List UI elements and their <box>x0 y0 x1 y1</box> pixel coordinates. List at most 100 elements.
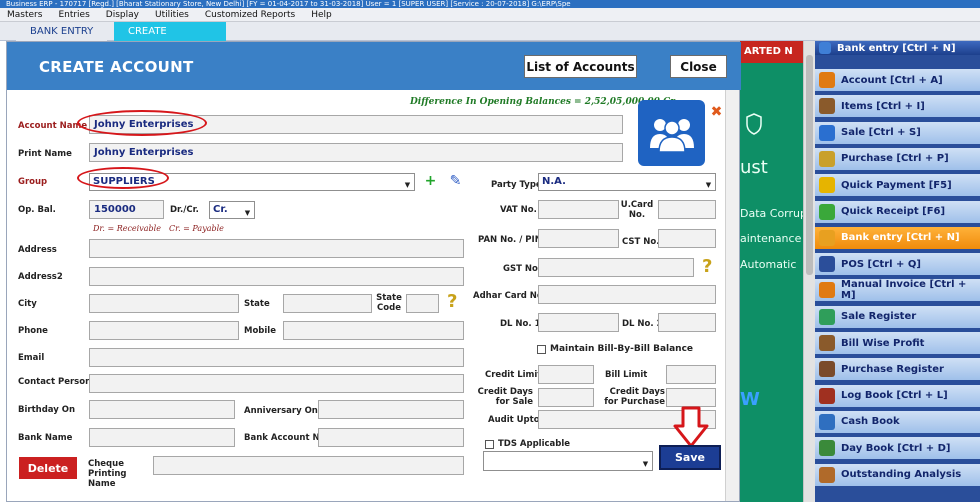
shortcut-account[interactable]: Account [Ctrl + A] <box>815 69 980 93</box>
shortcut-sale[interactable]: Sale [Ctrl + S] <box>815 121 980 146</box>
shortcut-bank[interactable]: Bank entry [Ctrl + N] <box>815 226 980 251</box>
shortcut-pos[interactable]: POS [Ctrl + Q] <box>815 253 980 278</box>
party-type-select-value: N.A. <box>542 176 566 187</box>
state-code-label: State Code <box>376 293 402 313</box>
address2-input[interactable] <box>89 267 464 286</box>
state-label: State <box>244 299 270 309</box>
group-select[interactable]: SUPPLIERS ▼ <box>89 173 415 191</box>
tds-select[interactable]: ▼ <box>483 451 653 471</box>
menu-entries[interactable]: Entries <box>51 10 98 20</box>
state-code-input[interactable] <box>406 294 439 313</box>
shortcut-log-book[interactable]: Log Book [Ctrl + L] <box>815 384 980 409</box>
shortcut-bank[interactable]: Bank entry [Ctrl + N] <box>815 41 980 57</box>
party-type-select[interactable]: N.A. ▼ <box>538 173 716 191</box>
anniversary-on-input[interactable] <box>318 400 464 419</box>
credit-days-sale-input[interactable] <box>538 388 594 407</box>
state-code-help-icon[interactable]: ? <box>447 291 457 312</box>
address-input[interactable] <box>89 239 464 258</box>
shortcut-cash-book[interactable]: Cash Book <box>815 410 980 435</box>
dl-no2-input[interactable] <box>658 313 716 332</box>
shortcut-purchase[interactable]: Purchase [Ctrl + P] <box>815 147 980 172</box>
items-icon <box>819 98 835 115</box>
tds-applicable-label: TDS Applicable <box>498 439 571 449</box>
bank-account-no-input[interactable] <box>318 428 464 447</box>
tab-create-account[interactable]: CREATE ACCOUNT <box>114 22 226 56</box>
contact-person-input[interactable] <box>89 374 464 393</box>
address-label: Address <box>18 245 57 255</box>
shortcut-profit[interactable]: Bill Wise Profit <box>815 332 980 356</box>
window-titlebar: Business ERP - 170717 [Regd.] [Bharat St… <box>0 0 980 8</box>
phone-input[interactable] <box>89 321 239 340</box>
shortcut-receipt[interactable]: Quick Receipt [F6] <box>815 200 980 225</box>
maintain-bill-checkbox[interactable] <box>537 345 546 354</box>
menu-help[interactable]: Help <box>304 10 341 20</box>
shortcut-items[interactable]: Items [Ctrl + I] <box>815 95 980 120</box>
bank-name-label: Bank Name <box>18 433 73 443</box>
op-bal-input[interactable]: 150000 <box>89 200 164 219</box>
outstanding-icon <box>819 466 835 483</box>
ucard-no-input[interactable] <box>658 200 716 219</box>
shortcut-invoice[interactable]: Manual Invoice [Ctrl + M] <box>815 279 980 304</box>
purchase-register-icon <box>819 361 835 378</box>
pan-no-input[interactable] <box>538 229 619 248</box>
vat-no-input[interactable] <box>538 200 619 219</box>
cheque-printing-name-input[interactable] <box>153 456 464 475</box>
remove-image-icon[interactable]: ✖ <box>708 104 725 121</box>
tab-bank-entry[interactable]: BANK ENTRY <box>16 22 108 41</box>
shortcut-outstanding[interactable]: Outstanding Analysis <box>815 463 980 488</box>
save-button[interactable]: Save <box>659 445 721 470</box>
state-input[interactable] <box>283 294 372 313</box>
bill-limit-input[interactable] <box>666 365 716 384</box>
edit-group-icon[interactable]: ✎ <box>447 173 464 190</box>
shortcut-label: Bill Wise Profit <box>841 337 925 349</box>
gst-help-icon[interactable]: ? <box>702 256 712 277</box>
vat-no-label: VAT No. <box>500 205 537 215</box>
close-button[interactable]: Close <box>670 55 727 78</box>
account-name-input[interactable]: Johny Enterprises <box>89 115 623 134</box>
background-text-4: Automatic <box>740 258 797 271</box>
print-name-input[interactable]: Johny Enterprises <box>89 143 623 162</box>
credit-limit-input[interactable] <box>538 365 594 384</box>
menu-customized-reports[interactable]: Customized Reports <box>198 10 304 20</box>
shortcut-label: Items [Ctrl + I] <box>841 100 925 112</box>
dropdown-arrow-icon: ▼ <box>642 460 649 468</box>
dialog-scrollbar[interactable] <box>725 90 739 501</box>
drcr-label: Dr./Cr. <box>170 205 199 215</box>
menu-masters[interactable]: Masters <box>0 10 51 20</box>
receipt-icon <box>819 203 835 220</box>
shortcut-day-book[interactable]: Day Book [Ctrl + D] <box>815 437 980 462</box>
profit-icon <box>819 335 835 351</box>
tds-applicable-checkbox[interactable] <box>485 440 494 449</box>
cst-no-input[interactable] <box>658 229 716 248</box>
shortcut-sale-register[interactable]: Sale Register <box>815 305 980 330</box>
shortcut-label: Sale [Ctrl + S] <box>841 127 921 139</box>
birthday-on-input[interactable] <box>89 400 235 419</box>
list-of-accounts-button[interactable]: List of Accounts <box>524 55 637 78</box>
email-input[interactable] <box>89 348 464 367</box>
adhar-card-no-input[interactable] <box>538 285 716 304</box>
background-scrollbar[interactable] <box>803 41 815 502</box>
drcr-select[interactable]: Cr. ▼ <box>209 201 255 219</box>
group-select-value: SUPPLIERS <box>93 176 155 187</box>
payment-icon <box>819 177 835 194</box>
shortcut-label: POS [Ctrl + Q] <box>841 258 921 270</box>
gst-no-input[interactable] <box>538 258 694 277</box>
bank-name-input[interactable] <box>89 428 235 447</box>
purchase-icon <box>819 150 835 167</box>
mobile-input[interactable] <box>283 321 464 340</box>
anniversary-on-label: Anniversary On <box>244 406 318 416</box>
add-group-icon[interactable]: + <box>422 173 439 190</box>
delete-button[interactable]: Delete <box>19 457 77 479</box>
menu-bar: Masters Entries Display Utilities Custom… <box>0 8 980 22</box>
shortcut-payment[interactable]: Quick Payment [F5] <box>815 174 980 199</box>
credit-days-purchase-input[interactable] <box>666 388 716 407</box>
dropdown-arrow-icon: ▼ <box>404 181 411 189</box>
city-input[interactable] <box>89 294 239 313</box>
sale-register-icon <box>819 308 835 325</box>
shortcut-purchase-register[interactable]: Purchase Register <box>815 358 980 383</box>
bank-icon <box>819 229 835 246</box>
dl-no1-input[interactable] <box>538 313 619 332</box>
menu-utilities[interactable]: Utilities <box>148 10 198 20</box>
sale-icon <box>819 124 835 141</box>
menu-display[interactable]: Display <box>99 10 148 20</box>
